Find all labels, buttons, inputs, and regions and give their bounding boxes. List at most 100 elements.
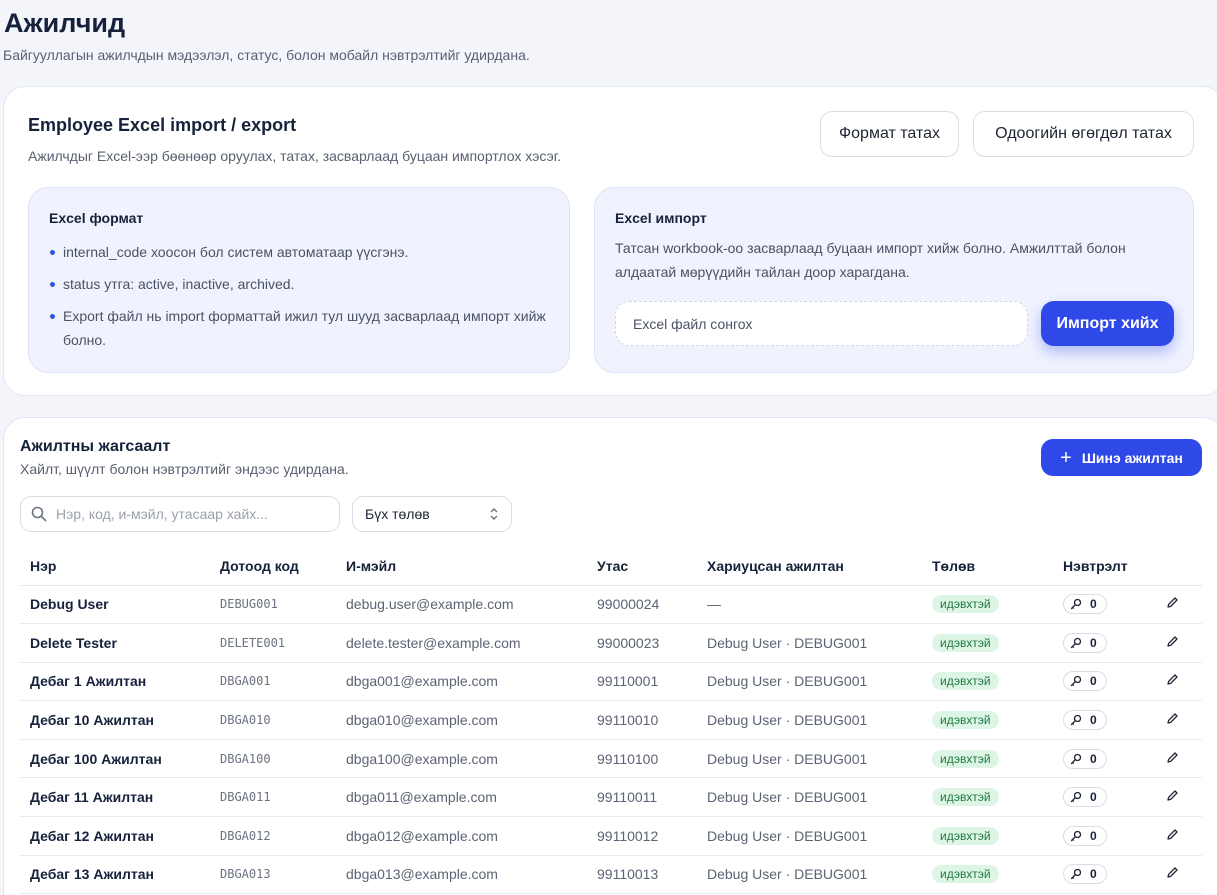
- employee-access-cell: 0: [1053, 855, 1152, 895]
- employee-name: Debug User: [20, 585, 210, 625]
- employee-list-title: Ажилтны жагсаалт: [20, 438, 171, 455]
- employee-code: DEBUG001: [210, 585, 336, 625]
- access-button[interactable]: 0: [1063, 748, 1107, 769]
- employee-phone: 99000023: [587, 623, 697, 663]
- import-button[interactable]: Импорт хийх: [1041, 301, 1174, 346]
- access-button[interactable]: 0: [1063, 671, 1107, 692]
- table-row: Debug User DEBUG001 debug.user@example.com…: [20, 585, 1202, 625]
- employee-status-cell: идэвхтэй: [922, 777, 1053, 818]
- employee-manager: Debug User · DEBUG001: [697, 739, 922, 779]
- employee-list-description: Хайлт, шүүлт болон нэвтрэлтийг эндээс уд…: [20, 461, 349, 477]
- employee-code: DBGA001: [210, 662, 336, 702]
- employee-edit-cell: [1152, 623, 1202, 663]
- excel-import-title: Excel импорт: [615, 210, 707, 226]
- employee-status-cell: идэвхтэй: [922, 700, 1053, 740]
- employee-access-cell: 0: [1053, 739, 1152, 779]
- search-input[interactable]: [56, 506, 316, 522]
- employee-edit-cell: [1152, 739, 1202, 779]
- table-row: Дебаг 1 Ажилтан DBGA001 dbga001@example.co…: [20, 662, 1202, 702]
- status-badge: идэвхтэй: [932, 826, 999, 845]
- key-icon: [1070, 791, 1082, 803]
- import-export-title: Employee Excel import / export: [28, 115, 297, 135]
- excel-format-title: Excel формат: [49, 210, 144, 226]
- new-employee-button[interactable]: + Шинэ ажилтан: [1041, 439, 1202, 476]
- employee-name: Дебаг 1 Ажилтан: [20, 662, 210, 702]
- pencil-icon: [1166, 866, 1179, 879]
- employee-name: Дебаг 10 Ажилтан: [20, 700, 210, 740]
- plus-icon: +: [1060, 446, 1072, 469]
- employee-email: dbga010@example.com: [336, 700, 587, 740]
- employee-status-cell: идэвхтэй: [922, 585, 1053, 625]
- employee-edit-cell: [1152, 855, 1202, 895]
- employee-manager: —: [697, 585, 922, 625]
- pencil-icon: [1166, 789, 1179, 802]
- pencil-icon: [1166, 673, 1179, 686]
- pencil-icon: [1166, 751, 1179, 764]
- search-box[interactable]: [20, 496, 340, 532]
- table-row: Дебаг 100 Ажилтан DBGA100 dbga100@example.…: [20, 739, 1202, 779]
- column-header-status: Төлөв: [922, 547, 1053, 586]
- employee-phone: 99110010: [587, 700, 697, 740]
- edit-icon-button[interactable]: [1166, 673, 1179, 689]
- download-current-data-button[interactable]: Одоогийн өгөгдөл татах: [973, 111, 1194, 157]
- access-button[interactable]: 0: [1063, 787, 1107, 808]
- key-icon: [1070, 637, 1082, 649]
- access-button[interactable]: 0: [1063, 594, 1107, 615]
- status-badge: идэвхтэй: [932, 595, 999, 614]
- access-button[interactable]: 0: [1063, 864, 1107, 885]
- status-badge: идэвхтэй: [932, 711, 999, 730]
- access-count: 0: [1090, 674, 1097, 689]
- new-employee-label: Шинэ ажилтан: [1081, 449, 1183, 466]
- table-row: Delete Tester DELETE001 delete.tester@exam…: [20, 623, 1202, 663]
- download-format-button[interactable]: Формат татах: [820, 111, 959, 157]
- format-bullet: Export файл нь import форматтай ижил тул…: [49, 304, 549, 352]
- column-header-actions: [1152, 547, 1202, 586]
- edit-icon-button[interactable]: [1166, 789, 1179, 805]
- edit-icon-button[interactable]: [1166, 596, 1179, 612]
- employee-edit-cell: [1152, 777, 1202, 818]
- edit-icon-button[interactable]: [1166, 751, 1179, 767]
- pencil-icon: [1166, 635, 1179, 648]
- employee-manager: Debug User · DEBUG001: [697, 855, 922, 895]
- format-bullet: internal_code хоосон бол систем автомата…: [49, 240, 549, 264]
- status-filter-select[interactable]: Бүх төлөв: [352, 496, 512, 532]
- employee-email: delete.tester@example.com: [336, 623, 587, 663]
- access-count: 0: [1090, 597, 1097, 612]
- edit-icon-button[interactable]: [1166, 635, 1179, 651]
- edit-icon-button[interactable]: [1166, 712, 1179, 728]
- access-count: 0: [1090, 751, 1097, 766]
- access-button[interactable]: 0: [1063, 825, 1107, 846]
- column-header-manager: Хариуцсан ажилтан: [697, 547, 922, 586]
- employee-phone: 99110012: [587, 816, 697, 856]
- employee-manager: Debug User · DEBUG001: [697, 662, 922, 702]
- excel-import-description: Татсан workbook-оо засварлаад буцаан имп…: [615, 240, 1126, 280]
- access-count: 0: [1090, 867, 1097, 882]
- employee-status-cell: идэвхтэй: [922, 816, 1053, 856]
- table-row: Дебаг 11 Ажилтан DBGA011 dbga011@example.c…: [20, 777, 1202, 818]
- column-header-code: Дотоод код: [210, 547, 336, 586]
- access-button[interactable]: 0: [1063, 632, 1107, 653]
- pencil-icon: [1166, 828, 1179, 841]
- employee-access-cell: 0: [1053, 585, 1152, 625]
- status-badge: идэвхтэй: [932, 788, 999, 807]
- employee-code: DBGA012: [210, 816, 336, 856]
- access-button[interactable]: 0: [1063, 710, 1107, 731]
- edit-icon-button[interactable]: [1166, 866, 1179, 882]
- employee-status-cell: идэвхтэй: [922, 623, 1053, 663]
- access-count: 0: [1090, 828, 1097, 843]
- edit-icon-button[interactable]: [1166, 828, 1179, 844]
- employee-phone: 99110011: [587, 777, 697, 818]
- table-row: Дебаг 13 Ажилтан DBGA013 dbga013@example.c…: [20, 855, 1202, 895]
- employee-edit-cell: [1152, 816, 1202, 856]
- column-header-email: И-мэйл: [336, 547, 587, 586]
- employee-phone: 99110001: [587, 662, 697, 702]
- access-count: 0: [1090, 635, 1097, 650]
- employee-name: Дебаг 12 Ажилтан: [20, 816, 210, 856]
- employee-access-cell: 0: [1053, 662, 1152, 702]
- excel-file-input[interactable]: Excel файл сонгох: [615, 301, 1028, 346]
- excel-format-panel: Excel формат internal_code хоосон бол си…: [28, 187, 570, 373]
- employee-code: DBGA100: [210, 739, 336, 779]
- column-header-name: Нэр: [20, 547, 210, 586]
- employee-email: dbga013@example.com: [336, 855, 587, 895]
- page-subtitle: Байгууллагын ажилчдын мэдээлэл, статус, …: [3, 47, 530, 63]
